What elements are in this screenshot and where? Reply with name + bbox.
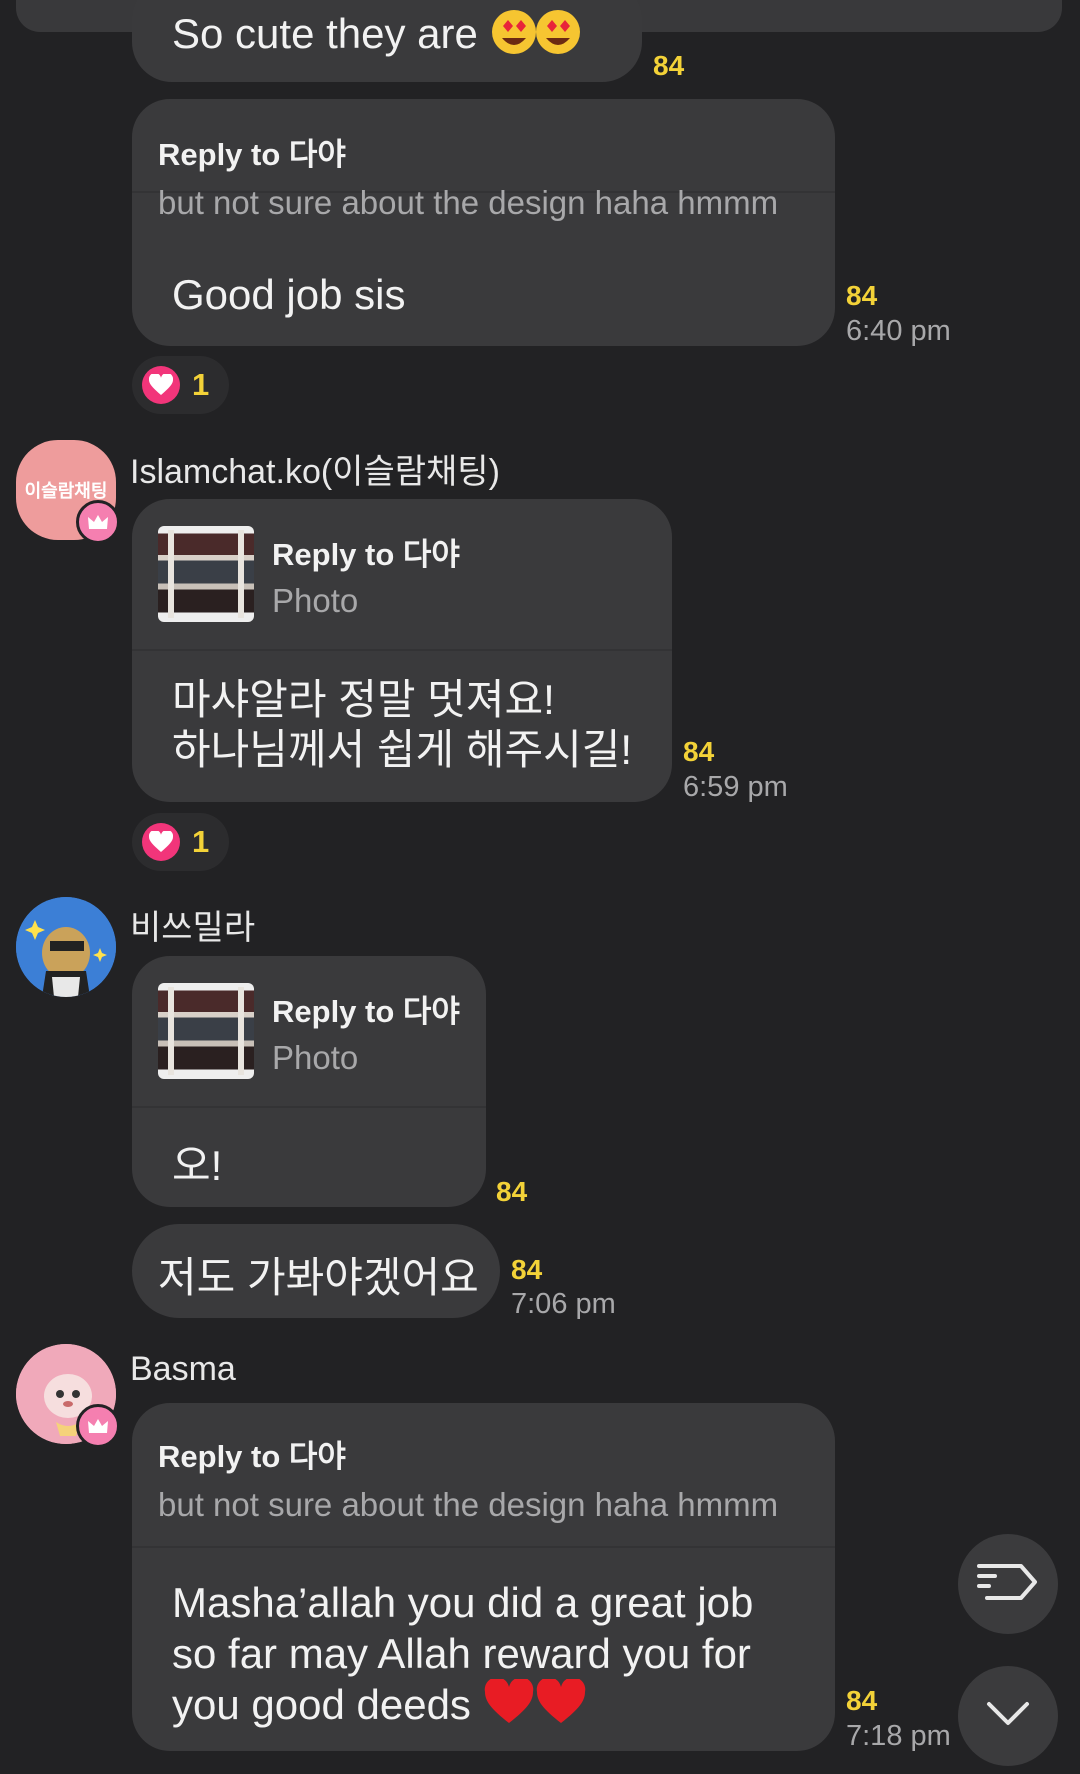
reply-quote[interactable]: Reply to 다야 but not sure about the desig… xyxy=(132,99,835,221)
reply-photo-thumbnail xyxy=(158,983,254,1079)
message-text: So cute they are xyxy=(172,10,478,58)
message-text-line: 하나님께서 쉽게 해주시길! xyxy=(172,726,633,773)
heart-emoji-eyes-icon xyxy=(490,8,582,66)
message-bubble[interactable]: Reply to 다야 but not sure about the desig… xyxy=(132,1403,835,1751)
message-time: 6:59 pm xyxy=(683,771,788,803)
message-bubble[interactable]: So cute they are xyxy=(132,0,642,82)
message-bubble[interactable]: 저도 가봐야겠어요 xyxy=(132,1224,500,1318)
message-time: 6:40 pm xyxy=(846,315,951,347)
reply-snippet: Photo xyxy=(272,581,359,619)
message-bubble[interactable]: Reply to 다야 Photo 마샤알라 정말 멋져요! 하나님께서 쉽게 … xyxy=(132,499,672,802)
reply-label: Reply to 다야 xyxy=(158,137,346,172)
message-text: 저도 가봐야겠어요 xyxy=(158,1254,479,1301)
reply-label: Reply to 다야 xyxy=(272,536,460,572)
message-bubble[interactable]: Reply to 다야 but not sure about the desig… xyxy=(132,99,835,346)
reaction-count: 1 xyxy=(192,367,210,402)
message-text-line: so far may Allah reward you for xyxy=(172,1630,751,1677)
heart-icon xyxy=(142,823,180,861)
crown-icon xyxy=(76,1404,120,1448)
crown-icon xyxy=(76,500,120,544)
message-time: 7:06 pm xyxy=(511,1288,616,1320)
message-text: 오! xyxy=(172,1142,223,1189)
reply-snippet: but not sure about the design haha hmmm xyxy=(158,1486,779,1523)
message-text-line: you good deeds xyxy=(172,1681,471,1728)
message-list-icon xyxy=(977,1560,1039,1609)
reaction-badge[interactable]: 1 xyxy=(132,356,230,414)
reply-quote[interactable]: Reply to 다야 but not sure about the desig… xyxy=(132,1403,835,1548)
reply-quote[interactable]: Reply to 다야 Photo xyxy=(132,956,486,1108)
message-text-line: Masha’allah you did a great job xyxy=(172,1579,754,1626)
sender-name[interactable]: Basma xyxy=(130,1350,236,1389)
heart-icon xyxy=(142,366,180,404)
reply-quote[interactable]: Reply to 다야 Photo xyxy=(132,499,672,651)
message-text-line: 마샤알라 정말 멋져요! xyxy=(172,676,555,723)
message-time: 7:18 pm xyxy=(846,1720,951,1752)
reply-photo-thumbnail xyxy=(158,526,254,622)
unread-count: 84 xyxy=(511,1254,543,1285)
sender-name[interactable]: 비쓰밀라 xyxy=(130,900,255,949)
unread-count: 84 xyxy=(846,280,878,311)
sender-name[interactable]: Islamchat.ko(이슬람채팅) xyxy=(130,444,500,493)
unread-count: 84 xyxy=(846,1685,878,1716)
message-list-button[interactable] xyxy=(958,1534,1058,1634)
red-hearts-emoji-icon xyxy=(483,1677,587,1736)
reaction-count: 1 xyxy=(192,824,210,859)
message-text: Good job sis xyxy=(172,271,406,318)
reply-snippet: but not sure about the design haha hmmm xyxy=(158,184,779,221)
chevron-down-icon xyxy=(986,1701,1030,1732)
reply-snippet: Photo xyxy=(272,1038,359,1076)
unread-count: 84 xyxy=(683,736,715,767)
scroll-to-bottom-button[interactable] xyxy=(958,1666,1058,1766)
message-bubble[interactable]: Reply to 다야 Photo 오! xyxy=(132,956,486,1207)
reaction-badge[interactable]: 1 xyxy=(132,813,230,871)
avatar[interactable] xyxy=(16,897,116,997)
reply-label: Reply to 다야 xyxy=(272,993,460,1029)
unread-count: 84 xyxy=(496,1176,528,1207)
unread-count: 84 xyxy=(653,50,685,81)
reply-label: Reply to 다야 xyxy=(158,1439,346,1474)
